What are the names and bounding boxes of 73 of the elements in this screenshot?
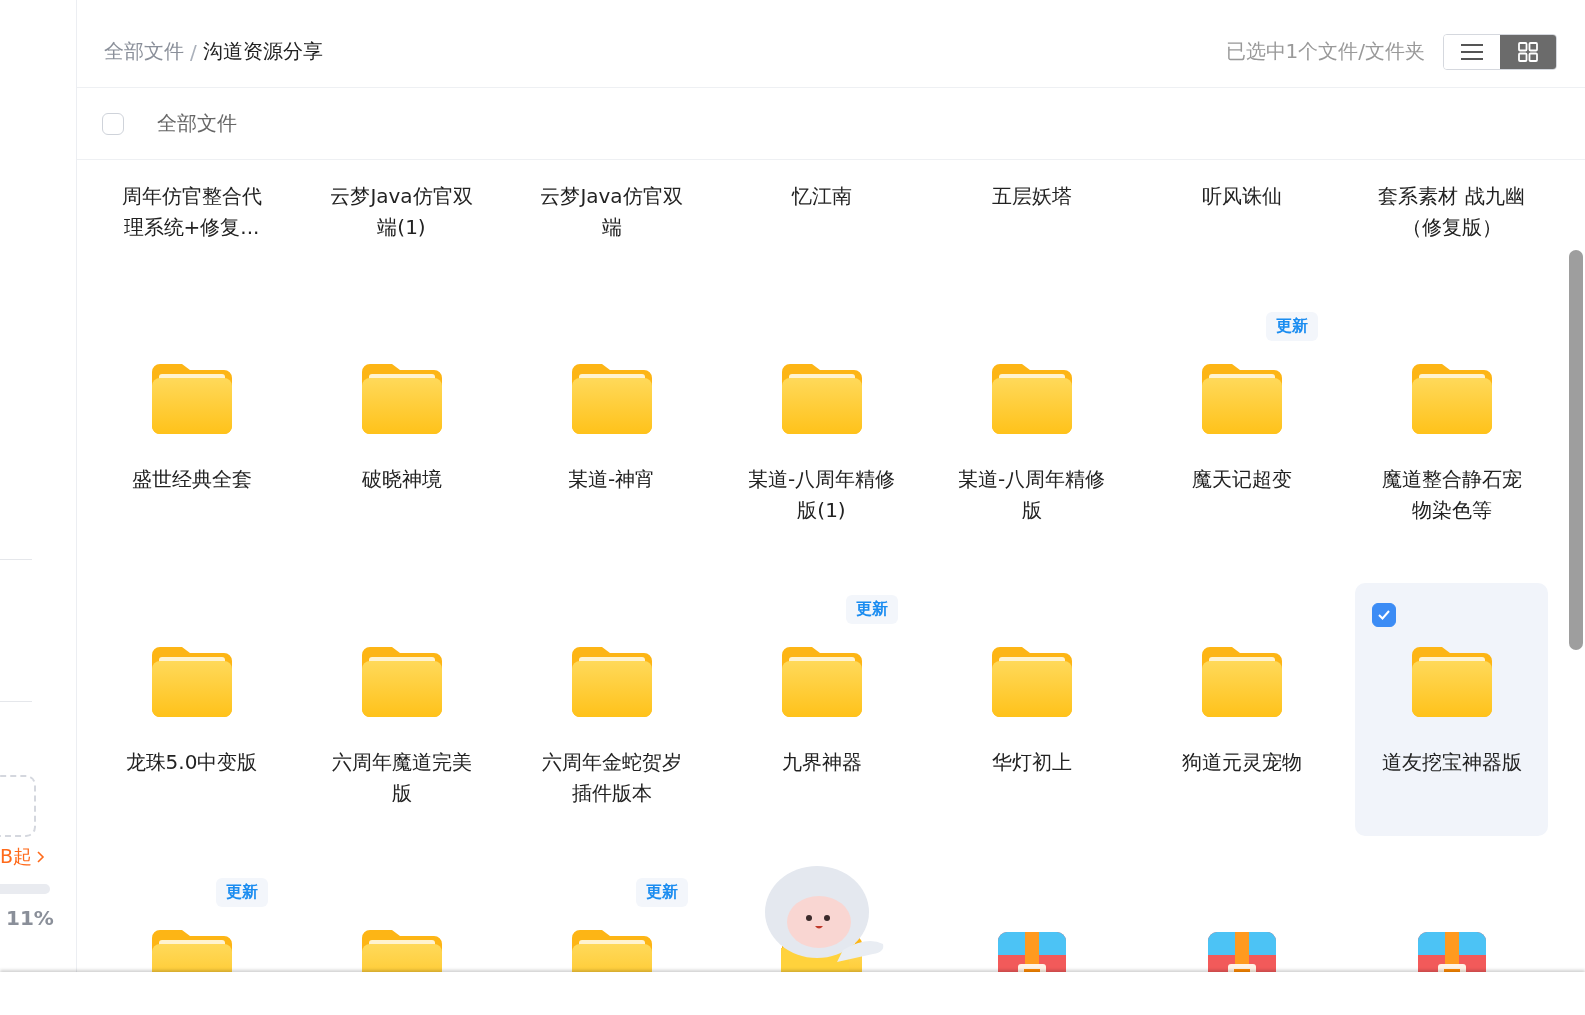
file-card[interactable]: 某道-八周年精修版(1) (725, 300, 918, 553)
file-card[interactable]: 龙珠5.0中变版 (95, 583, 288, 836)
folder-icon (781, 364, 862, 434)
file-card[interactable]: 周年仿官整合代理系统+修复... (95, 160, 288, 270)
file-card[interactable]: 某道-八周年精修版 (935, 300, 1128, 553)
file-card[interactable]: 五层妖塔 (935, 160, 1128, 270)
file-card[interactable]: 六周年金蛇贺岁插件版本 (515, 583, 708, 836)
file-card[interactable]: 道友挖宝神器版 (1355, 583, 1548, 836)
file-card[interactable]: 套系素材 战九幽（修复版） (1355, 160, 1548, 270)
file-card[interactable]: 魔道整合静石宠物染色等 (1355, 300, 1548, 553)
file-name: 道友挖宝神器版 (1380, 749, 1523, 776)
folder-icon (1201, 647, 1282, 717)
update-badge: 更新 (636, 878, 688, 907)
file-card[interactable]: 云梦Java仿官双端(1) (305, 160, 498, 270)
file-card[interactable]: 狗道元灵宠物 (1145, 583, 1338, 836)
select-all-checkbox[interactable] (102, 112, 124, 135)
file-card[interactable]: 盛世经典全套 (95, 300, 288, 553)
folder-icon (1411, 647, 1492, 717)
breadcrumb-link[interactable]: 沟道资源分享 (202, 38, 323, 65)
file-name: 盛世经典全套 (130, 466, 253, 493)
folder-icon (991, 364, 1072, 434)
update-badge: 更新 (846, 595, 898, 624)
file-name: 华灯初上 (990, 749, 1073, 776)
file-name: 某道-八周年精修版 (957, 466, 1106, 524)
file-name: 六周年魔道完美版 (330, 749, 473, 807)
file-card[interactable]: 更新 魔天记超变 (1145, 300, 1338, 553)
file-name: 魔天记超变 (1190, 466, 1293, 493)
file-card[interactable]: 破晓神境 (305, 300, 498, 553)
file-card[interactable]: 更新 九界神器 (725, 583, 918, 836)
folder-icon (361, 647, 442, 717)
file-card[interactable]: 云梦Java仿官双端 (515, 160, 708, 270)
grid-view-button[interactable] (1500, 34, 1556, 69)
file-name: 云梦Java仿官双端(1) (329, 183, 474, 241)
file-card[interactable]: 华灯初上 (935, 583, 1128, 836)
folder-icon (571, 647, 652, 717)
update-badge: 更新 (1266, 312, 1318, 341)
file-card[interactable]: 某道-神宵 (515, 300, 708, 553)
storage-percent: 11% (6, 906, 54, 930)
grid-icon (1517, 40, 1539, 63)
file-name: 某道-神宵 (566, 466, 657, 493)
update-badge: 更新 (216, 878, 268, 907)
selection-status: 已选中1个文件/文件夹 (1225, 38, 1425, 65)
folder-icon (991, 647, 1072, 717)
folder-icon (151, 647, 232, 717)
file-name: 五层妖塔 (990, 183, 1073, 210)
file-card[interactable]: 听风诛仙 (1145, 160, 1338, 270)
folder-icon (571, 364, 652, 434)
file-name: 龙珠5.0中变版 (124, 749, 259, 776)
file-card[interactable]: 忆江南 (725, 160, 918, 270)
file-name: 云梦Java仿官双端 (539, 183, 684, 241)
file-name: 狗道元灵宠物 (1180, 749, 1303, 776)
checkbox[interactable] (1372, 603, 1396, 627)
folder-icon (151, 364, 232, 434)
folder-icon (1411, 364, 1492, 434)
file-name: 破晓神境 (360, 466, 443, 493)
file-card[interactable]: 六周年魔道完美版 (305, 583, 498, 836)
file-name: 周年仿官整合代理系统+修复... (120, 183, 263, 241)
file-name: 魔道整合静石宠物染色等 (1380, 466, 1523, 524)
scrollbar[interactable] (1569, 250, 1583, 650)
file-name: 听风诛仙 (1200, 183, 1283, 210)
file-name: 套系素材 战九幽（修复版） (1377, 183, 1526, 241)
chevron-right-icon (36, 850, 46, 864)
checkmark-icon (1377, 609, 1391, 621)
file-name: 忆江南 (790, 183, 853, 210)
list-icon (1460, 41, 1484, 62)
folder-icon (361, 364, 442, 434)
folder-icon (1201, 364, 1282, 434)
file-name: 九界神器 (780, 749, 863, 776)
folder-icon (781, 647, 862, 717)
file-name: 六周年金蛇贺岁插件版本 (540, 749, 683, 807)
select-all-label: 全部文件 (157, 110, 237, 137)
file-name: 某道-八周年精修版(1) (747, 466, 896, 524)
breadcrumb-separator: / (190, 39, 197, 64)
